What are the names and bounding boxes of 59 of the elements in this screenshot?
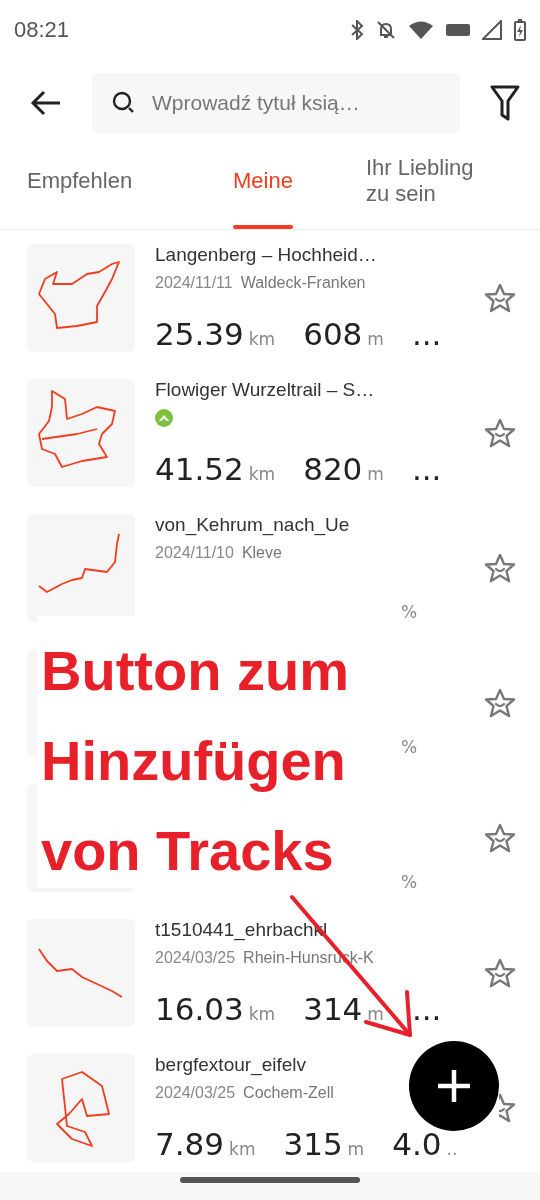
stat-unit: m xyxy=(367,328,384,349)
plus-icon xyxy=(436,1068,472,1104)
stat-value: 608 xyxy=(303,315,363,352)
tab[interactable]: Ihr Liebling zu sein xyxy=(365,133,501,229)
stat-value: 820 xyxy=(303,450,363,487)
stat-unit: m xyxy=(367,1003,384,1024)
star-icon[interactable] xyxy=(484,821,516,854)
star-icon[interactable] xyxy=(484,281,516,314)
star-icon[interactable] xyxy=(484,686,516,719)
track-region: Waldeck-Franken xyxy=(240,273,366,292)
stat-unit: .. xyxy=(446,1138,458,1159)
stat-unit: km xyxy=(248,328,276,349)
stat-unit: % xyxy=(401,736,418,757)
search-icon xyxy=(112,91,136,115)
star-icon[interactable] xyxy=(484,551,516,584)
back-arrow-icon[interactable] xyxy=(30,89,62,117)
mountain-badge-icon xyxy=(155,408,173,427)
track-date: 2024/11/10 xyxy=(155,543,234,562)
stat-unit: km xyxy=(229,1138,256,1159)
stat-value: 314 xyxy=(303,990,363,1027)
stat-value: 16.03 xyxy=(155,990,244,1027)
status-time: 08:21 xyxy=(14,17,70,43)
track-title[interactable]: bergfextour_eifelv xyxy=(155,1053,307,1076)
stat-unit: km xyxy=(248,463,276,484)
star-icon[interactable] xyxy=(484,416,516,449)
stat-value: 7.89 xyxy=(155,1125,225,1162)
stat-value: 41.52 xyxy=(155,450,244,487)
track-date: 2024/03/25 xyxy=(155,1083,236,1102)
battery-icon xyxy=(514,19,526,41)
stat-value: 4.0 xyxy=(392,1125,442,1162)
stat-unit: m xyxy=(347,1138,365,1159)
bell-off-icon xyxy=(376,20,396,40)
track-region: Cochem-Zell xyxy=(243,1083,334,1102)
stat-value: 315 xyxy=(283,1125,343,1162)
wifi-icon xyxy=(408,20,434,40)
filter-icon[interactable] xyxy=(490,85,520,121)
tab[interactable]: Meine xyxy=(233,133,293,229)
stat-value: ... xyxy=(411,450,442,487)
track-date: 2024/11/11 xyxy=(155,273,233,292)
vowifi-icon xyxy=(446,24,470,36)
tab[interactable]: Empfehlen xyxy=(27,133,197,229)
star-icon[interactable] xyxy=(484,956,516,989)
home-handle[interactable] xyxy=(180,1177,360,1183)
signal-icon xyxy=(482,20,502,40)
stat-unit: % xyxy=(401,871,418,892)
track-title[interactable]: von_Kehrum_nach_Ue xyxy=(155,513,350,536)
track-title[interactable]: Langenberg – Hochheid… xyxy=(155,243,377,266)
track-date: 2024/03/25 xyxy=(155,948,236,967)
stat-unit: m xyxy=(367,463,384,484)
stat-value: ... xyxy=(411,990,442,1027)
track-region: Kleve xyxy=(241,543,282,562)
stat-unit: % xyxy=(401,601,418,622)
stat-unit: km xyxy=(248,1003,276,1024)
track-title[interactable]: Flowiger Wurzeltrail – S… xyxy=(155,378,375,401)
bluetooth-icon xyxy=(350,20,364,40)
stat-value: 25.39 xyxy=(155,315,244,352)
search-field[interactable]: Wprowadź tytuł ksią… xyxy=(92,73,460,133)
stat-value: ... xyxy=(411,315,442,352)
star-icon[interactable] xyxy=(499,1091,516,1124)
